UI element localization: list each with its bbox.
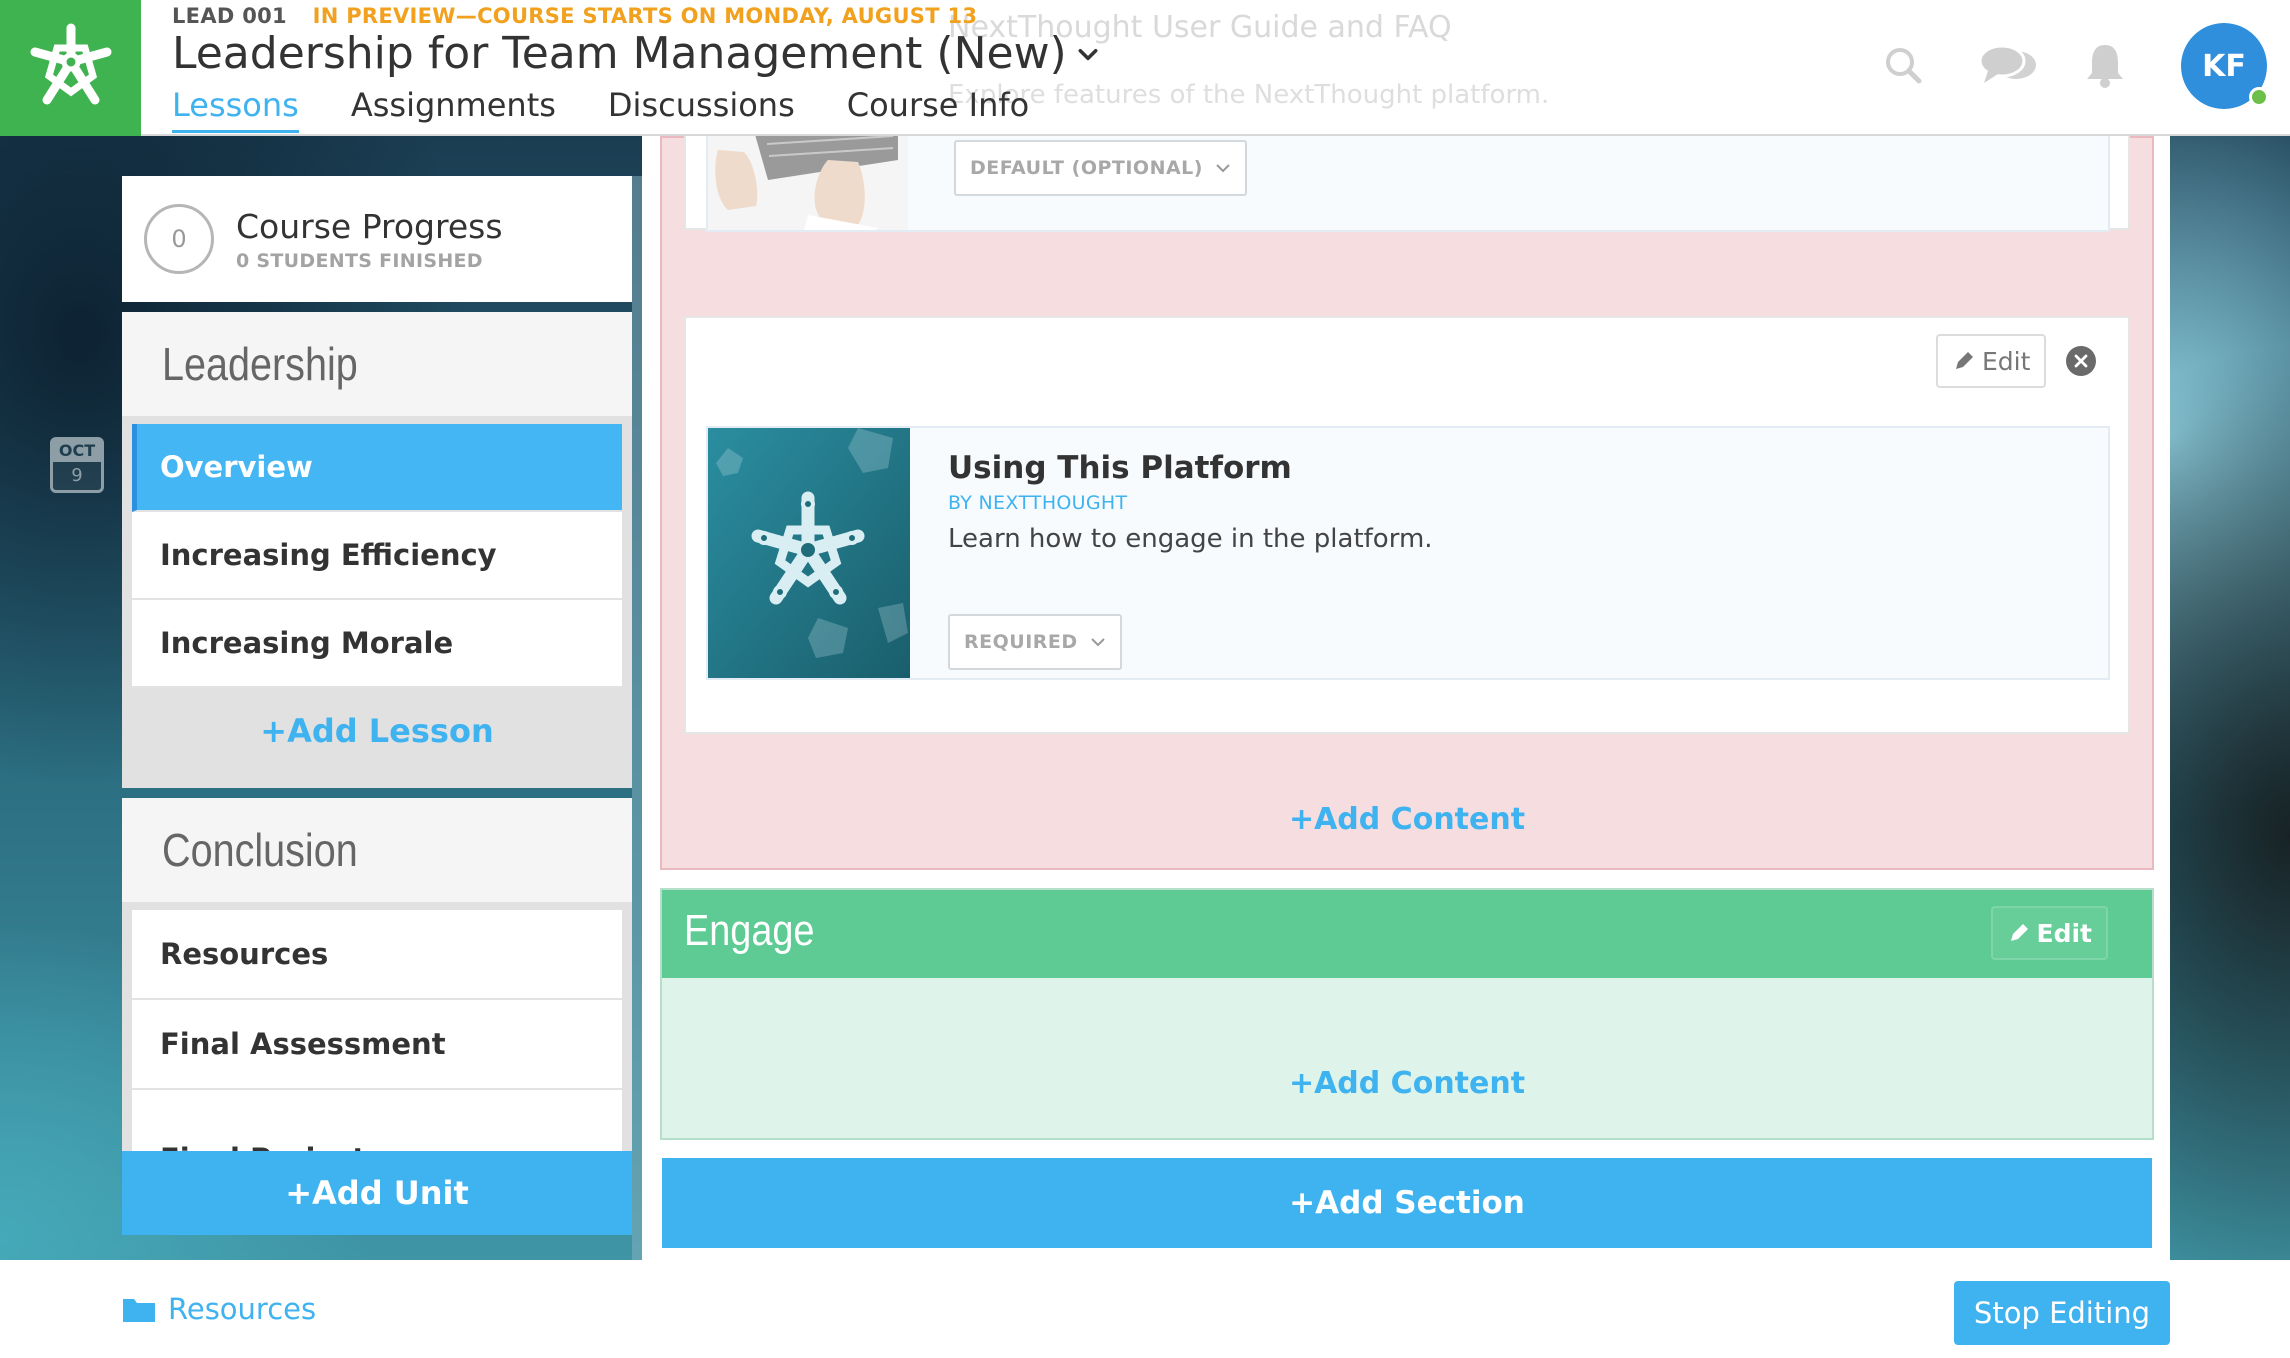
tab-lessons[interactable]: Lessons (172, 86, 299, 133)
content-card: DEFAULT (OPTIONAL) (684, 136, 2130, 232)
add-section-button[interactable]: +Add Section (662, 1158, 2152, 1248)
date-badge-month: OCT (53, 440, 101, 462)
unit-leadership: Leadership Overview Increasing Efficienc… (122, 312, 632, 788)
progress-ring: 0 (144, 204, 214, 274)
tab-assignments[interactable]: Assignments (351, 86, 556, 133)
add-unit-button[interactable]: +Add Unit (122, 1151, 632, 1235)
course-title: Leadership for Team Management (New) (172, 28, 1067, 79)
requirement-value: REQUIRED (964, 631, 1078, 653)
remove-button[interactable] (2066, 346, 2096, 376)
chat-button[interactable] (1976, 40, 2040, 90)
nextthought-logo[interactable] (0, 0, 141, 136)
stop-editing-button[interactable]: Stop Editing (1954, 1281, 2170, 1345)
sidebar-divider (632, 176, 642, 1260)
chat-icon (1978, 44, 2036, 83)
obscured-item-description: Explore features of the NextThought plat… (948, 80, 1550, 110)
date-badge-day: 9 (71, 465, 83, 486)
preview-notice: IN PREVIEW—COURSE STARTS ON MONDAY, AUGU… (312, 4, 978, 28)
edit-label: Edit (2036, 918, 2093, 948)
pencil-icon (1956, 352, 1973, 369)
engage-section: Engage Edit +Add Content (660, 888, 2154, 1140)
notification-bell-icon (2087, 45, 2123, 88)
unit-conclusion: Conclusion Resources Final Assessment Fi… (122, 798, 632, 1151)
tab-course-info[interactable]: Course Info (847, 86, 1029, 133)
lesson-final-assessment[interactable]: Final Assessment (132, 1000, 622, 1090)
edit-button[interactable]: Edit (1936, 334, 2047, 388)
lesson-overview[interactable]: Overview (132, 424, 622, 512)
top-header: NextThought User Guide and FAQ Explore f… (0, 0, 2290, 136)
chevron-down-icon (1078, 48, 1098, 60)
section-title: Engage (684, 906, 815, 955)
requirement-dropdown[interactable]: REQUIRED (948, 614, 1122, 670)
platform-thumbnail (708, 428, 910, 678)
course-code: LEAD 001 (172, 4, 287, 28)
platform-thumbnail-image (708, 428, 910, 678)
resources-label: Resources (168, 1292, 317, 1326)
lesson-sidebar: 0 Course Progress 0 STUDENTS FINISHED Le… (122, 176, 632, 1260)
item-description: Learn how to engage in the platform. (948, 524, 1433, 554)
search-button[interactable] (1878, 40, 1928, 90)
add-content-button[interactable]: +Add Content (662, 802, 2152, 837)
requirement-dropdown[interactable]: DEFAULT (OPTIONAL) (954, 140, 1247, 196)
add-content-button[interactable]: +Add Content (662, 1066, 2152, 1101)
resources-link[interactable]: Resources (122, 1292, 316, 1326)
progress-title: Course Progress (236, 206, 503, 246)
item-author: BY NEXTTHOUGHT (948, 492, 1128, 514)
content-item-row[interactable]: DEFAULT (OPTIONAL) (706, 136, 2110, 232)
laptop-thumbnail (708, 136, 908, 230)
lesson-resources[interactable]: Resources (132, 910, 622, 1000)
avatar[interactable]: KF (2181, 23, 2269, 109)
unit-title[interactable]: Leadership (122, 312, 632, 416)
lesson-increasing-morale[interactable]: Increasing Morale (132, 600, 622, 688)
requirement-value: DEFAULT (OPTIONAL) (970, 157, 1203, 179)
content-card: Edit Using This Platform BY NEXTTHOUGHT … (684, 316, 2130, 734)
lesson-editor: DEFAULT (OPTIONAL) Edit Using This Platf… (642, 136, 2170, 1260)
pencil-icon (2010, 924, 2028, 941)
content-section: DEFAULT (OPTIONAL) Edit Using This Platf… (660, 136, 2154, 870)
online-status-dot (2249, 87, 2269, 107)
progress-value: 0 (171, 225, 187, 253)
lesson-increasing-efficiency[interactable]: Increasing Efficiency (132, 512, 622, 600)
unit-title[interactable]: Conclusion (122, 798, 632, 902)
logo-icon (30, 23, 111, 105)
course-progress-card[interactable]: 0 Course Progress 0 STUDENTS FINISHED (122, 176, 632, 302)
course-meta: LEAD 001 IN PREVIEW—COURSE STARTS ON MON… (172, 4, 977, 28)
laptop-image (708, 136, 908, 230)
avatar-initials: KF (2202, 48, 2246, 84)
folder-icon (123, 1299, 155, 1322)
engage-header: Engage Edit (662, 890, 2152, 978)
course-nav-tabs: Lessons Assignments Discussions Course I… (172, 86, 1029, 133)
footer-bar: Resources Stop Editing (0, 1260, 2290, 1358)
date-badge: OCT 9 (50, 437, 104, 493)
progress-text: Course Progress 0 STUDENTS FINISHED (236, 207, 503, 272)
add-lesson-button[interactable]: +Add Lesson (122, 688, 632, 774)
edit-label: Edit (1982, 346, 2031, 376)
item-title[interactable]: Using This Platform (948, 450, 1292, 486)
chevron-down-icon (1090, 638, 1105, 647)
progress-subtitle: 0 STUDENTS FINISHED (236, 249, 483, 272)
course-title-dropdown[interactable]: Leadership for Team Management (New) (172, 28, 1099, 79)
notifications-button[interactable] (2080, 40, 2130, 90)
search-icon (1886, 48, 1922, 84)
close-icon (2074, 354, 2088, 368)
lesson-final-project[interactable]: Final Project (132, 1090, 622, 1151)
tab-discussions[interactable]: Discussions (608, 86, 795, 133)
chevron-down-icon (1216, 164, 1230, 173)
section-edit-button[interactable]: Edit (1990, 906, 2108, 960)
content-item-row[interactable]: Using This Platform BY NEXTTHOUGHT Learn… (706, 426, 2110, 680)
